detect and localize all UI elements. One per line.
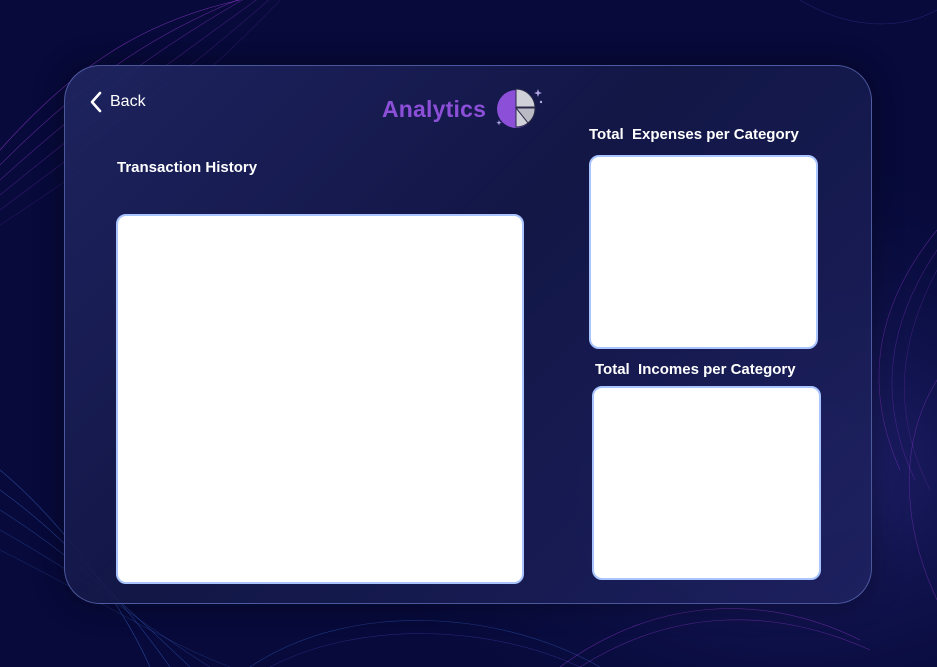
expenses-per-category-card [589,155,818,349]
page-title: Analytics [382,95,487,122]
expenses-per-category-label: Total Expenses per Category [589,126,799,143]
back-label: Back [110,93,146,110]
incomes-per-category-card [592,386,821,580]
chevron-left-icon [90,91,102,113]
transaction-history-label: Transaction History [117,159,258,176]
page-header: Analytics [382,86,546,132]
pie-chart-icon [496,88,543,128]
back-button[interactable]: Back [88,90,146,114]
incomes-per-category-label: Total Incomes per Category [595,361,796,378]
transaction-history-card [116,214,524,584]
